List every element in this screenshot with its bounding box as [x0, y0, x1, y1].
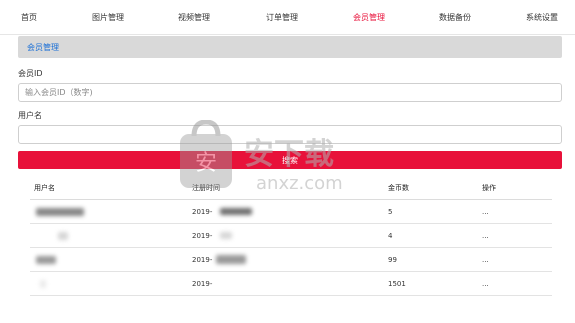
member-id-input[interactable] — [18, 83, 562, 102]
table-row: 2019- 1501 ... — [30, 272, 552, 296]
nav-item-home[interactable]: 首页 — [21, 12, 37, 23]
reg-time-cell: 2019- — [192, 232, 213, 240]
redacted-username — [58, 232, 68, 240]
top-nav: 首页 图片管理 视频管理 订单管理 会员管理 数据备份 系统设置 — [0, 0, 575, 35]
header-action: 操作 — [482, 184, 496, 192]
members-table: 用户名 注册时间 金币数 操作 2019- 5 ... 2019- 4 ... … — [30, 175, 552, 296]
action-cell[interactable]: ... — [482, 208, 489, 216]
nav-item-orders[interactable]: 订单管理 — [266, 12, 298, 23]
nav-item-members[interactable]: 会员管理 — [353, 12, 385, 23]
reg-time-cell: 2019- — [192, 256, 213, 264]
nav-item-backup[interactable]: 数据备份 — [439, 12, 471, 23]
nav-item-videos[interactable]: 视频管理 — [178, 12, 210, 23]
nav-item-images[interactable]: 图片管理 — [92, 12, 124, 23]
nav-item-settings[interactable]: 系统设置 — [526, 12, 558, 23]
reg-time-cell: 2019- — [192, 280, 213, 288]
coins-cell: 5 — [388, 208, 393, 216]
redacted-username — [36, 256, 56, 264]
table-row: 2019- 4 ... — [30, 224, 552, 248]
redacted-username — [40, 280, 46, 288]
coins-cell: 1501 — [388, 280, 406, 288]
redacted-time — [220, 208, 252, 215]
table-header: 用户名 注册时间 金币数 操作 — [30, 175, 552, 200]
action-cell[interactable]: ... — [482, 232, 489, 240]
breadcrumb: 会员管理 — [18, 36, 562, 58]
table-row: 2019- 99 ... — [30, 248, 552, 272]
redacted-time — [220, 232, 232, 239]
username-label: 用户名 — [18, 111, 42, 120]
table-row: 2019- 5 ... — [30, 200, 552, 224]
header-coins: 金币数 — [388, 184, 409, 192]
member-id-label: 会员ID — [18, 69, 43, 78]
coins-cell: 99 — [388, 256, 397, 264]
action-cell[interactable]: ... — [482, 256, 489, 264]
username-input[interactable] — [18, 125, 562, 144]
action-cell[interactable]: ... — [482, 280, 489, 288]
redacted-time — [216, 255, 246, 264]
search-button[interactable]: 搜索 — [18, 151, 562, 169]
header-reg-time: 注册时间 — [192, 184, 220, 192]
header-username: 用户名 — [34, 184, 55, 192]
redacted-username — [36, 208, 84, 216]
breadcrumb-link[interactable]: 会员管理 — [27, 42, 59, 53]
reg-time-cell: 2019- — [192, 208, 213, 216]
coins-cell: 4 — [388, 232, 393, 240]
